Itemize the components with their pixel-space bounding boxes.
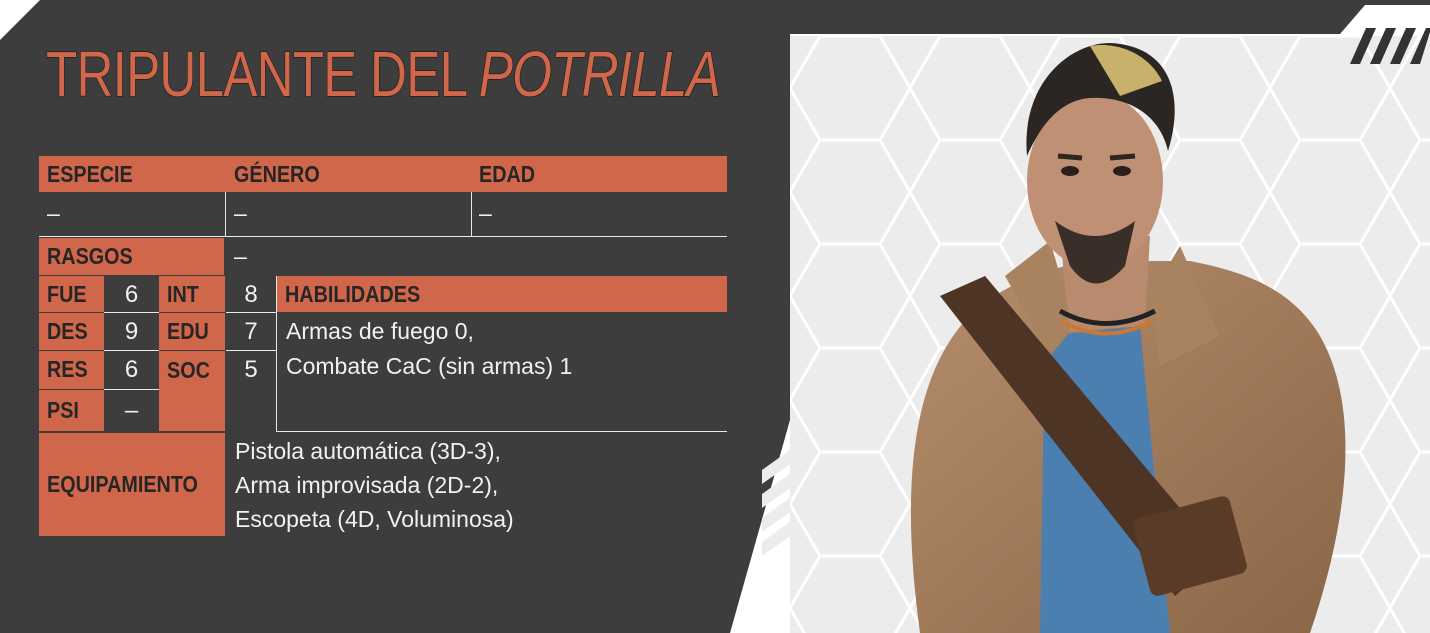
genero-label: GÉNERO <box>234 161 320 187</box>
habilidades-list: Armas de fuego 0, Combate CaC (sin armas… <box>286 314 726 424</box>
equipo-item: Pistola automática (3D-3), <box>235 438 501 464</box>
stat-fue-value: 6 <box>124 281 139 308</box>
especie-label: ESPECIE <box>47 161 133 187</box>
habilidades-label: HABILIDADES <box>277 276 727 312</box>
equipamiento-list: Pistola automática (3D-3), Arma improvis… <box>235 434 725 536</box>
divider <box>39 236 727 237</box>
divider <box>226 350 276 351</box>
title-main: TRIPULANTE DEL <box>45 37 479 111</box>
rasgos-value: – <box>234 243 247 269</box>
stat-int-value: 8 <box>244 281 258 308</box>
top-right-stripes <box>1350 28 1430 64</box>
habilidad-item: Combate CaC (sin armas) 1 <box>286 353 573 379</box>
divider <box>471 192 472 237</box>
divider <box>104 312 159 313</box>
stat-des-value: 9 <box>124 318 139 345</box>
divider <box>225 192 226 237</box>
page-title: TRIPULANTE DEL POTRILLA <box>45 36 721 112</box>
character-card: TRIPULANTE DEL POTRILLA ESPECIE GÉNERO E… <box>0 0 1430 633</box>
stat-edu-value: 7 <box>244 318 258 345</box>
equipo-item: Arma improvisada (2D-2), <box>235 472 499 498</box>
stat-soc-value: 5 <box>244 356 258 383</box>
genero-value: – <box>234 200 247 226</box>
portrait-illustration <box>790 36 1430 633</box>
stat-psi-label: PSI <box>39 390 104 431</box>
divider <box>226 312 276 313</box>
equipamiento-label: EQUIPAMIENTO <box>39 433 225 536</box>
character-portrait <box>790 36 1430 633</box>
stat-edu-label: EDU <box>159 313 225 350</box>
stat-fue-label: FUE <box>39 276 104 312</box>
stat-psi-value: – <box>124 397 139 424</box>
edad-label: EDAD <box>479 161 536 187</box>
divider <box>104 350 159 351</box>
stat-res-label: RES <box>39 351 104 389</box>
stat-int-label: INT <box>159 276 225 312</box>
edad-value: – <box>479 200 492 226</box>
equipo-item: Escopeta (4D, Voluminosa) <box>235 506 514 532</box>
divider <box>104 389 159 390</box>
rasgos-label: RASGOS <box>39 238 224 275</box>
stat-res-value: 6 <box>124 356 139 383</box>
title-emphasis: POTRILLA <box>478 37 721 111</box>
stat-des-label: DES <box>39 313 104 350</box>
habilidad-item: Armas de fuego 0, <box>286 318 474 344</box>
divider <box>276 431 727 432</box>
stat-soc-label: SOC <box>159 351 225 431</box>
side-stripes <box>762 450 790 556</box>
especie-value: – <box>47 200 60 226</box>
